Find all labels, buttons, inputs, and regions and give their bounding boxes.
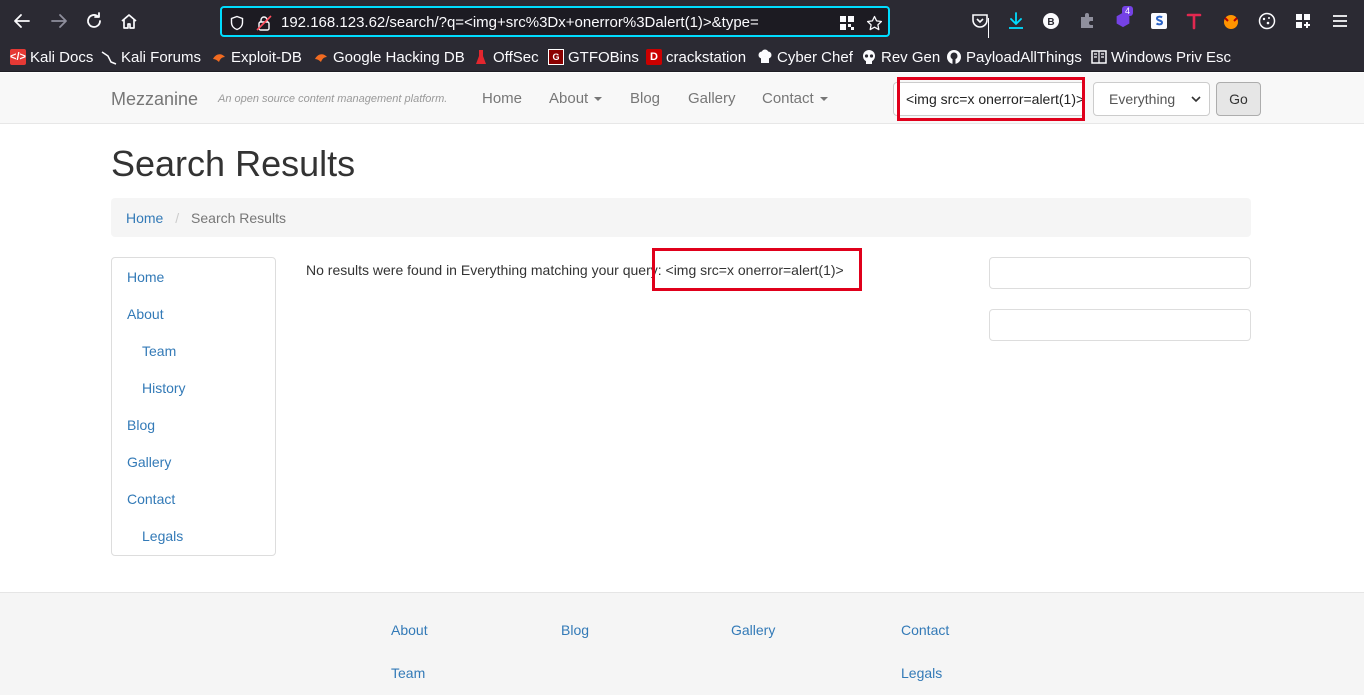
arrow-left-icon	[14, 14, 30, 28]
exploit-db-icon	[211, 49, 227, 65]
shield-icon[interactable]	[228, 14, 246, 32]
chevron-down-icon	[1191, 96, 1201, 103]
back-button[interactable]	[10, 9, 34, 33]
bookmark-windows-priv-esc[interactable]: Windows Priv Esc	[1091, 48, 1231, 66]
dropdown-caret-icon	[594, 97, 603, 102]
url-text[interactable]: 192.168.123.62/search/?q=<img+src%3Dx+on…	[281, 14, 759, 31]
footer-link-about[interactable]: About	[391, 622, 428, 638]
right-sidebar-box-1	[989, 257, 1251, 289]
nav-gallery[interactable]: Gallery	[688, 90, 736, 107]
menu-hamburger-icon[interactable]	[1330, 11, 1350, 31]
extension-b-icon[interactable]: B	[1041, 11, 1061, 31]
chef-hat-icon	[757, 49, 773, 65]
site-footer: About Blog Gallery Contact Team Legals	[0, 592, 1364, 695]
kali-docs-icon: </>	[10, 49, 26, 65]
bookmark-kali-docs[interactable]: </> Kali Docs	[10, 48, 93, 66]
reload-button[interactable]	[82, 9, 106, 33]
query-highlight-box	[652, 248, 862, 291]
bookmark-star-icon[interactable]	[865, 14, 883, 32]
sidebar-item-gallery[interactable]: Gallery	[127, 454, 171, 470]
extension-badge-icon[interactable]: 4	[1113, 6, 1134, 29]
bookmarks-toolbar: </> Kali Docs Kali Forums Exploit-DB Goo…	[0, 42, 1364, 72]
bookmark-rev-gen[interactable]: Rev Gen	[861, 48, 940, 66]
insecure-lock-icon[interactable]	[255, 14, 273, 32]
dropdown-caret-icon	[819, 97, 828, 102]
github-icon	[946, 49, 962, 65]
footer-link-blog[interactable]: Blog	[561, 622, 589, 638]
kali-dragon-icon	[101, 49, 117, 65]
downloads-icon[interactable]	[1006, 11, 1026, 31]
nav-home[interactable]: Home	[482, 90, 522, 107]
footer-link-team[interactable]: Team	[391, 665, 425, 681]
bookmark-kali-forums[interactable]: Kali Forums	[101, 48, 201, 66]
crackstation-icon: D	[646, 49, 662, 65]
search-type-select[interactable]: Everything	[1093, 82, 1210, 116]
breadcrumb-home[interactable]: Home	[126, 210, 163, 226]
nav-blog[interactable]: Blog	[630, 90, 660, 107]
skull-icon	[861, 49, 877, 65]
sidebar-item-legals[interactable]: Legals	[142, 528, 183, 544]
browser-toolbar: 192.168.123.62/search/?q=<img+src%3Dx+on…	[0, 0, 1364, 42]
url-bar[interactable]: 192.168.123.62/search/?q=<img+src%3Dx+on…	[220, 6, 989, 38]
forward-button[interactable]	[47, 9, 71, 33]
footer-link-contact[interactable]: Contact	[901, 622, 949, 638]
right-sidebar-box-2	[989, 309, 1251, 341]
extension-badge-count: 4	[1122, 6, 1134, 16]
footer-link-legals[interactable]: Legals	[901, 665, 942, 681]
cookie-icon[interactable]	[1257, 11, 1277, 31]
extension-t-icon[interactable]	[1184, 11, 1204, 31]
bookmark-gtfobins[interactable]: G GTFOBins	[548, 48, 639, 66]
site-tagline: An open source content management platfo…	[218, 93, 448, 105]
bookmark-exploit-db[interactable]: Exploit-DB	[211, 48, 302, 66]
search-highlight-box	[897, 77, 1085, 121]
bookmark-payloadallthings[interactable]: PayloadAllThings	[946, 48, 1082, 66]
nav-contact[interactable]: Contact	[762, 90, 828, 107]
sidebar-item-team[interactable]: Team	[142, 343, 176, 359]
bookmark-crackstation[interactable]: D crackstation	[646, 48, 746, 66]
page-title: Search Results	[111, 143, 356, 184]
bookmark-offsec[interactable]: OffSec	[473, 48, 539, 66]
sidebar-item-about[interactable]: About	[127, 306, 164, 322]
breadcrumb-separator: /	[175, 210, 180, 226]
extensions-icon[interactable]	[1293, 11, 1313, 31]
book-icon	[1091, 49, 1107, 65]
home-button[interactable]	[117, 9, 141, 33]
extension-fox-icon[interactable]	[1221, 11, 1241, 31]
sidebar-item-history[interactable]: History	[142, 380, 186, 396]
extension-puzzle-icon[interactable]	[1077, 11, 1097, 31]
sidebar-item-blog[interactable]: Blog	[127, 417, 155, 433]
ghdb-icon	[313, 49, 329, 65]
site-navbar: Mezzanine An open source content managem…	[0, 73, 1364, 124]
offsec-icon	[473, 49, 489, 65]
home-icon	[121, 14, 137, 29]
svg-text:B: B	[1047, 17, 1054, 28]
footer-link-gallery[interactable]: Gallery	[731, 622, 775, 638]
nav-about[interactable]: About	[549, 90, 603, 107]
sidebar-item-contact[interactable]: Contact	[127, 491, 175, 507]
breadcrumb: Home / Search Results	[111, 198, 1251, 237]
bookmark-cyber-chef[interactable]: Cyber Chef	[757, 48, 853, 66]
site-brand[interactable]: Mezzanine	[111, 89, 198, 110]
reload-icon	[87, 12, 101, 28]
sidebar-nav: Home About Team History Blog Gallery Con…	[111, 257, 276, 556]
sidebar-item-home[interactable]: Home	[127, 269, 164, 285]
bookmark-google-hacking-db[interactable]: Google Hacking DB	[313, 48, 465, 66]
go-button[interactable]: Go	[1216, 82, 1261, 116]
arrow-right-icon	[51, 14, 67, 28]
qr-code-icon[interactable]	[838, 14, 856, 32]
gtfobins-icon: G	[548, 49, 564, 65]
extension-s-icon[interactable]	[1149, 11, 1169, 31]
pocket-icon[interactable]	[970, 11, 990, 31]
breadcrumb-current: Search Results	[191, 210, 286, 226]
